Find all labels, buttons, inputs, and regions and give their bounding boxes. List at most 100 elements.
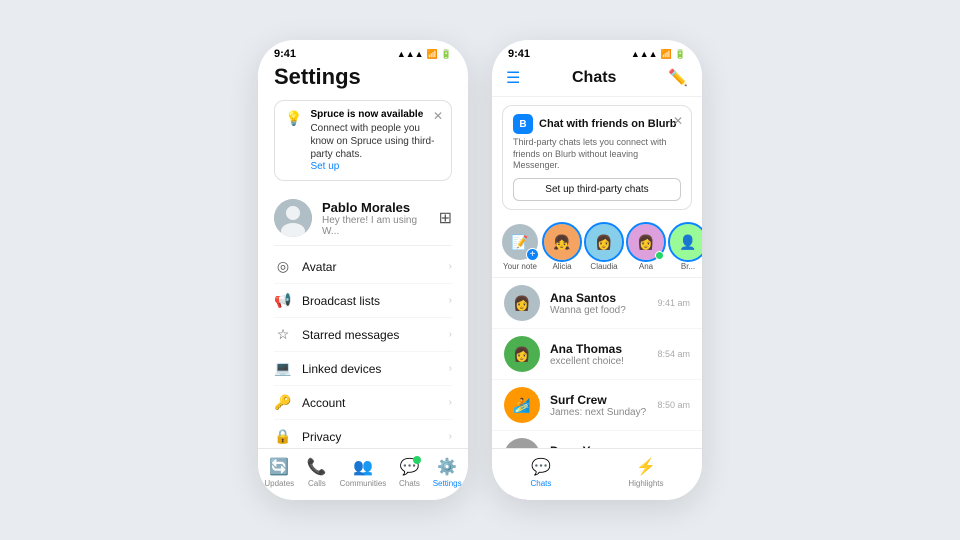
chats-badge [413, 456, 421, 464]
battery-icon-right: 🔋 [675, 49, 686, 60]
linked-menu-item[interactable]: 💻 Linked devices › [274, 352, 452, 386]
bottom-nav-right: 💬 Chats ⚡ Highlights [492, 448, 702, 500]
communities-icon: 👥 [353, 457, 373, 477]
stories-row: 📝 + Your note 👧 Alicia 👩 Claudia [492, 218, 702, 278]
settings-content: Settings 💡 Spruce is now available Conne… [258, 64, 468, 496]
settings-title: Settings [274, 64, 452, 90]
profile-row[interactable]: Pablo Morales Hey there! I am using W...… [274, 191, 452, 246]
story-ring [542, 222, 582, 262]
notification-banner: 💡 Spruce is now available Connect with p… [274, 100, 452, 181]
rnav-highlights[interactable]: ⚡ Highlights [628, 457, 663, 488]
status-bar-right: 9:41 ▲▲▲ 📶 🔋 [492, 40, 702, 64]
status-icons-left: ▲▲▲ 📶 🔋 [397, 49, 452, 60]
tp-description: Third-party chats lets you connect with … [513, 137, 681, 172]
avatar-label: Avatar [302, 260, 336, 274]
ana-avatar: 👩 [628, 224, 664, 260]
setup-third-party-button[interactable]: Set up third-party chats [513, 178, 681, 201]
chevron-icon: › [449, 363, 452, 374]
status-icons-right: ▲▲▲ 📶 🔋 [631, 49, 686, 60]
chevron-icon: › [449, 261, 452, 272]
profile-status: Hey there! I am using W... [322, 215, 429, 237]
wifi-icon-right: 📶 [661, 49, 672, 60]
br-avatar: 👤 [670, 224, 702, 260]
highlights-rnav-icon: ⚡ [636, 457, 656, 477]
menu-icon[interactable]: ☰ [506, 68, 520, 88]
signal-icon-right: ▲▲▲ [631, 49, 658, 59]
notification-body: Spruce is now available Connect with peo… [310, 109, 441, 172]
claudia-label: Claudia [590, 262, 617, 271]
compose-icon[interactable]: ✏️ [668, 68, 688, 88]
updates-nav-label: Updates [264, 479, 294, 488]
account-label: Account [302, 396, 345, 410]
notification-text: Connect with people you know on Spruce u… [310, 122, 441, 161]
story-claudia[interactable]: 👩 Claudia [586, 224, 622, 271]
blurb-logo: B [513, 114, 533, 134]
ana-label: Ana [639, 262, 653, 271]
signal-icon: ▲▲▲ [397, 49, 424, 59]
bottom-nav-left: 🔄 Updates 📞 Calls 👥 Communities 💬 Chats … [258, 448, 468, 500]
starred-menu-item[interactable]: ☆ Starred messages › [274, 318, 452, 352]
profile-avatar [274, 199, 312, 237]
status-time-left: 9:41 [274, 48, 296, 60]
story-ring [584, 222, 624, 262]
story-ana[interactable]: 👩 Ana [628, 224, 664, 271]
devices-icon: 💻 [274, 360, 292, 377]
chevron-icon: › [449, 329, 452, 340]
chevron-icon: › [449, 397, 452, 408]
your-note-label: Your note [503, 262, 537, 271]
chats-phone: 9:41 ▲▲▲ 📶 🔋 ☰ Chats ✏️ B Chat with frie… [492, 40, 702, 500]
calls-nav-label: Calls [308, 479, 326, 488]
ana-santos-avatar: 👩 [504, 285, 540, 321]
star-icon: ☆ [274, 326, 292, 343]
broadcast-label: Broadcast lists [302, 294, 380, 308]
story-br[interactable]: 👤 Br... [670, 224, 702, 271]
nav-chats[interactable]: 💬 Chats [399, 457, 420, 488]
updates-icon: 🔄 [269, 457, 289, 477]
highlights-rnav-label: Highlights [628, 479, 663, 488]
br-label: Br... [681, 262, 695, 271]
surf-crew-time: 8:50 am [657, 400, 690, 410]
nav-updates[interactable]: 🔄 Updates [264, 457, 294, 488]
chats-header: ☰ Chats ✏️ [492, 64, 702, 97]
alicia-label: Alicia [552, 262, 571, 271]
close-banner-icon[interactable]: ✕ [673, 114, 683, 128]
status-bar-left: 9:41 ▲▲▲ 📶 🔋 [258, 40, 468, 64]
settings-nav-label: Settings [433, 479, 462, 488]
nav-communities[interactable]: 👥 Communities [340, 457, 387, 488]
nav-calls[interactable]: 📞 Calls [307, 457, 327, 488]
chats-rnav-label: Chats [530, 479, 551, 488]
story-alicia[interactable]: 👧 Alicia [544, 224, 580, 271]
nav-settings[interactable]: ⚙️ Settings [433, 457, 462, 488]
setup-link[interactable]: Set up [310, 161, 441, 172]
surf-crew-preview: James: next Sunday? [550, 407, 647, 418]
ana-thomas-time: 8:54 am [657, 349, 690, 359]
story-your-note[interactable]: 📝 + Your note [502, 224, 538, 271]
profile-name: Pablo Morales [322, 200, 429, 215]
qr-code-icon[interactable]: ⊞ [439, 208, 452, 228]
bulb-icon: 💡 [285, 110, 302, 127]
broadcast-menu-item[interactable]: 📢 Broadcast lists › [274, 284, 452, 318]
surf-crew-info: Surf Crew James: next Sunday? [550, 393, 647, 418]
communities-nav-label: Communities [340, 479, 387, 488]
calls-icon: 📞 [307, 457, 327, 477]
close-notification-icon[interactable]: ✕ [433, 109, 443, 123]
starred-label: Starred messages [302, 328, 399, 342]
status-time-right: 9:41 [508, 48, 530, 60]
lock-icon: 🔒 [274, 428, 292, 445]
online-indicator [655, 251, 664, 260]
ana-santos-time: 9:41 am [657, 298, 690, 308]
chats-rnav-icon: 💬 [531, 457, 551, 477]
add-note-icon: + [526, 248, 539, 261]
account-menu-item[interactable]: 🔑 Account › [274, 386, 452, 420]
chevron-icon: › [449, 431, 452, 442]
chat-item-ana-santos[interactable]: 👩 Ana Santos Wanna get food? 9:41 am [492, 278, 702, 329]
your-note-avatar: 📝 + [502, 224, 538, 260]
privacy-label: Privacy [302, 430, 341, 444]
chat-item-surf-crew[interactable]: 🏄 Surf Crew James: next Sunday? 8:50 am [492, 380, 702, 431]
rnav-chats[interactable]: 💬 Chats [530, 457, 551, 488]
ana-santos-name: Ana Santos [550, 291, 647, 305]
chat-item-ana-thomas-1[interactable]: 👩 Ana Thomas excellent choice! 8:54 am [492, 329, 702, 380]
linked-label: Linked devices [302, 362, 381, 376]
ana-thomas-name: Ana Thomas [550, 342, 647, 356]
avatar-menu-item[interactable]: ◎ Avatar › [274, 250, 452, 284]
